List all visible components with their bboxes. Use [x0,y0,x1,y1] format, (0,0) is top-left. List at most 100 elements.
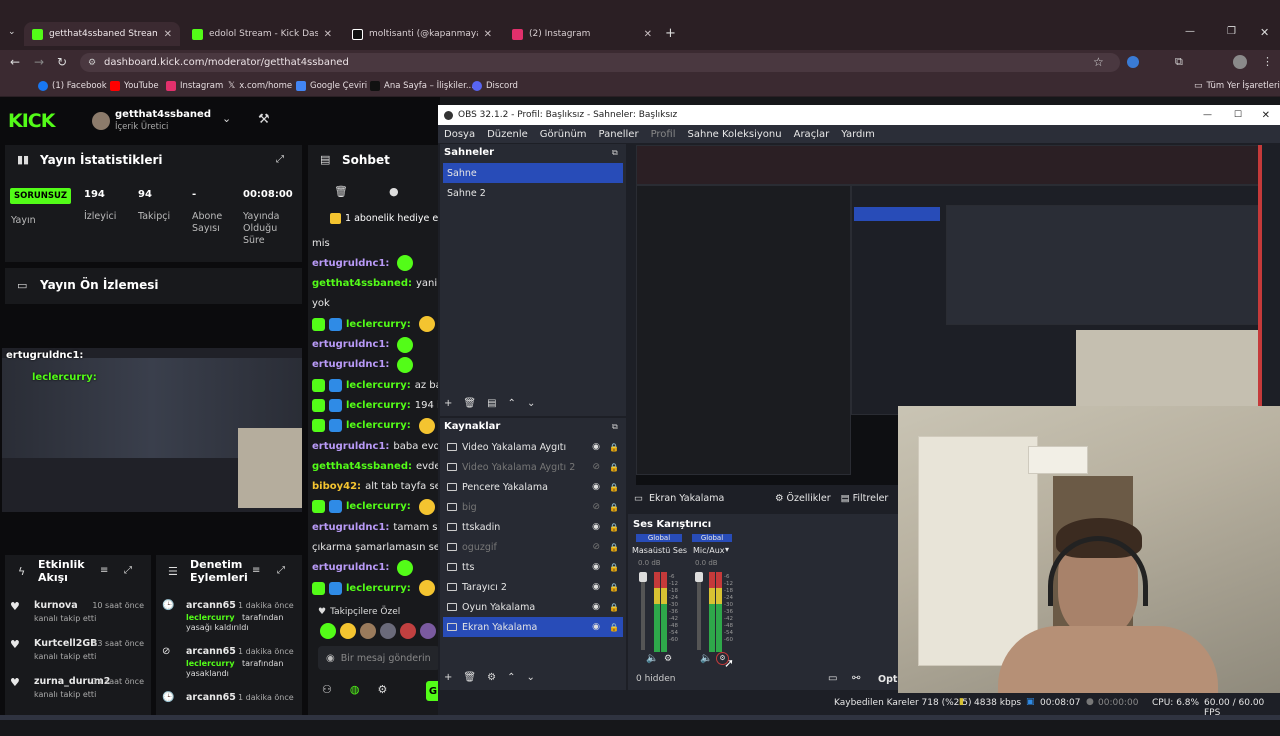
chat-username[interactable]: leclercurry: [346,380,411,391]
extension-icon[interactable] [1127,56,1139,68]
close-window-icon[interactable]: ✕ [1260,26,1269,39]
properties-button[interactable]: ⚙ Özellikler [775,493,831,504]
bookmark-translate[interactable]: Google Çeviri [296,78,367,94]
slider-thumb[interactable] [695,572,703,582]
bookmark-youtube[interactable]: YouTube [110,78,159,94]
mixer-layout-icon[interactable]: ▭ [828,673,837,684]
menu-view[interactable]: Görünüm [540,129,587,140]
source-item[interactable]: Tarayıcı 2 ◉ 🔒 [443,577,623,597]
forward-icon[interactable]: → [34,55,44,69]
chat-username[interactable]: ertugruldnc1: [312,339,389,350]
source-item[interactable]: tts ◉ 🔒 [443,557,623,577]
bookmark-facebook[interactable]: (1) Facebook [38,78,107,94]
slider-thumb[interactable] [639,572,647,582]
dock-float-icon[interactable]: ⧉ [612,422,618,432]
chat-username[interactable]: ertugruldnc1: [312,258,389,269]
popout-icon[interactable]: ⤢ [276,154,284,165]
source-item[interactable]: oguzgif ⊘ 🔒 [443,537,623,557]
eye-hidden-icon[interactable]: ⊘ [592,462,600,472]
chat-input[interactable]: ◉ Bir mesaj gönderin [318,646,440,670]
source-item[interactable]: ttskadin ◉ 🔒 [443,517,623,537]
obs-maximize-icon[interactable]: ☐ [1234,110,1242,120]
bookmark-discord[interactable]: Discord [472,78,518,94]
lock-icon[interactable]: 🔒 [609,583,619,592]
tab-instagram[interactable]: (2) Instagram ✕ [504,22,660,46]
obs-close-icon[interactable]: ✕ [1262,110,1270,121]
chat-username[interactable]: ertugruldnc1: [312,562,389,573]
lock-icon[interactable]: 🔒 [609,563,619,572]
profile-avatar-icon[interactable] [1233,55,1247,69]
all-bookmarks[interactable]: ▭ Tüm Yer İşaretleri [1194,78,1280,94]
menu-tools[interactable]: Araçlar [794,129,830,140]
kick-logo[interactable]: KICK [8,110,55,132]
source-item[interactable]: Oyun Yakalama ◉ 🔒 [443,597,623,617]
activity-user[interactable]: kurnova [34,600,78,611]
chat-username[interactable]: leclercurry: [346,319,411,330]
bookmark-x[interactable]: 𝕏x.com/home [228,78,292,94]
emote-icon[interactable] [340,623,356,639]
move-up-icon[interactable]: ⌃ [508,398,516,409]
emote-icon[interactable] [380,623,396,639]
emoji-icon[interactable]: ◉ [326,653,335,664]
filter-icon[interactable]: ≡ [252,565,260,576]
lock-icon[interactable]: 🔒 [609,463,619,472]
add-icon[interactable]: + [444,672,452,683]
channel-switch-chevron-icon[interactable]: ⌄ [222,112,231,125]
menu-profile[interactable]: Profil [651,129,676,140]
chat-username[interactable]: biboy42: [312,481,361,492]
address-bar[interactable]: ⚙ dashboard.kick.com/moderator/getthat4s… [80,53,1120,72]
lock-icon[interactable]: 🔒 [609,443,619,452]
browser-menu-icon[interactable]: ⋮ [1262,55,1273,68]
gear-icon[interactable]: ⚙ [377,683,387,696]
chat-username[interactable]: leclercurry: [346,583,411,594]
eye-hidden-icon[interactable]: ⊘ [592,542,600,552]
tab-tiktok[interactable]: moltisanti (@kapanmayanyara... ✕ [344,22,500,46]
volume-slider[interactable] [639,572,647,650]
chat-username[interactable]: leclercurry: [346,400,411,411]
trash-icon[interactable]: 🗑 [463,672,476,683]
move-down-icon[interactable]: ⌄ [526,672,534,683]
add-icon[interactable]: + [444,398,452,409]
filter-icon[interactable]: ≡ [100,565,108,576]
gear-icon[interactable]: ⚙ [487,672,496,683]
menu-docks[interactable]: Paneller [599,129,639,140]
lock-icon[interactable]: 🔒 [609,603,619,612]
chat-username[interactable]: ertugruldnc1: [312,359,389,370]
channel-gear-icon[interactable]: ⚙ [664,654,672,664]
close-tab-icon[interactable]: ✕ [484,29,492,40]
refresh-icon[interactable]: ◍ [350,683,360,696]
lock-icon[interactable]: 🔒 [609,503,619,512]
bookmark-home[interactable]: Ana Sayfa – İlişkiler... [370,78,474,94]
emote-icon[interactable] [320,623,336,639]
chat-username[interactable]: leclercurry: [346,501,411,512]
mod-user[interactable]: arcann65 [186,646,236,657]
trash-icon[interactable]: 🗑 [463,398,476,409]
new-tab-icon[interactable]: + [665,26,676,41]
close-tab-icon[interactable]: ✕ [644,29,652,40]
mod-user[interactable]: arcann65 [186,600,236,611]
site-info-icon[interactable]: ⚙ [88,58,96,68]
scene-item[interactable]: Sahne 2 [443,183,623,203]
speaker-icon[interactable]: 🔈 [646,653,658,664]
tab-list-chevron-icon[interactable]: ⌄ [8,27,16,37]
lock-icon[interactable]: 🔒 [609,623,619,632]
chat-username[interactable]: ertugruldnc1: [312,522,389,533]
dock-float-icon[interactable]: ⧉ [612,148,618,158]
filter-icon[interactable]: ▤ [487,398,496,409]
speaker-icon[interactable]: 🔈 [700,653,712,664]
mod-user[interactable]: arcann65 [186,692,236,703]
menu-edit[interactable]: Düzenle [487,129,528,140]
close-tab-icon[interactable]: ✕ [324,29,332,40]
chat-username[interactable]: getthat4ssbaned: [312,461,412,472]
filters-button[interactable]: ▤ Filtreler [841,493,889,504]
star-icon[interactable]: ☆ [1093,55,1104,69]
stream-preview-video[interactable]: ertugruldnc1: leclercurry: [2,348,302,512]
chat-username[interactable]: leclercurry: [346,420,411,431]
eye-icon[interactable]: ◉ [592,522,600,532]
popout-icon[interactable]: ⤢ [277,565,285,576]
chat-username[interactable]: ertugruldnc1: [312,441,389,452]
move-up-icon[interactable]: ⌃ [507,672,515,683]
lock-icon[interactable]: 🔒 [609,543,619,552]
close-tab-icon[interactable]: ✕ [164,29,172,40]
source-item[interactable]: big ⊘ 🔒 [443,497,623,517]
